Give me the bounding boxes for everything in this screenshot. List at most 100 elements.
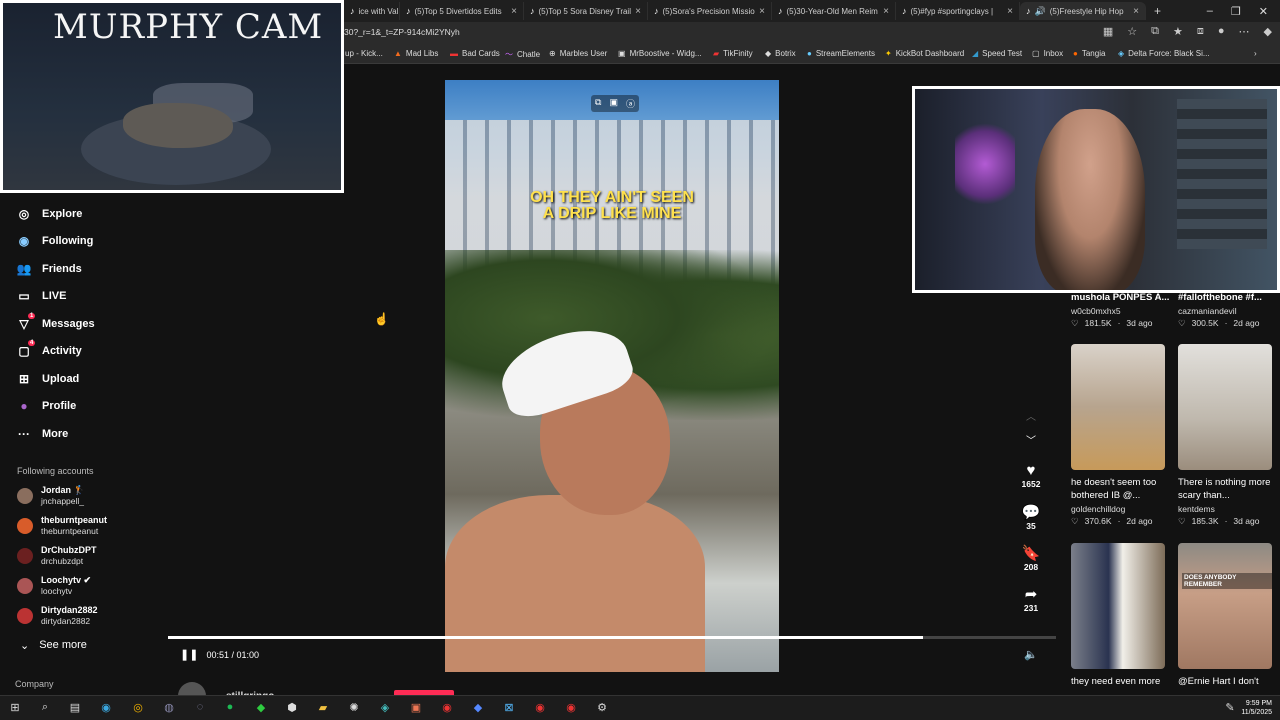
pause-icon[interactable]: ❚❚ [180, 648, 198, 661]
browser-tab[interactable]: ♪ (5)Top 5 Divertidos Edits × [400, 2, 524, 20]
sidebar-item-explore[interactable]: ◎ Explore [16, 207, 83, 221]
app-icon[interactable]: ⬢ [284, 701, 300, 715]
save-button[interactable]: 🔖 208 [1010, 544, 1052, 572]
followed-account[interactable]: DrChubzDPT drchubzdpt [17, 545, 97, 567]
app-icon[interactable]: ◉ [439, 701, 455, 715]
avatar [17, 578, 33, 594]
scroll-up-button[interactable]: ︿ [1010, 408, 1052, 423]
close-tab-icon[interactable]: × [759, 6, 765, 17]
volume-icon[interactable]: 🔈 [1024, 648, 1038, 661]
new-tab-button[interactable]: + [1148, 2, 1168, 20]
sidebar-item-upload[interactable]: ⊞ Upload [16, 372, 79, 386]
share-button[interactable]: ➦ 231 [1010, 585, 1052, 613]
bookmark[interactable]: 〜 Chatle [505, 49, 540, 60]
like-button[interactable]: ♥ 1652 [1010, 462, 1052, 489]
bookmark[interactable]: ◢ Speed Test [972, 49, 1022, 58]
bookmark[interactable]: ▬ Bad Cards [450, 49, 500, 58]
star-icon[interactable]: ☆ [1127, 25, 1137, 38]
sidebar-item-activity[interactable]: ▢ 4 Activity [16, 340, 82, 358]
related-video-card[interactable]: DOES ANYBODY REMEMBER @Ernie Hart I don'… [1178, 543, 1272, 688]
close-window-icon[interactable]: ✕ [1259, 5, 1268, 18]
speaker-icon[interactable]: 🔊 [1035, 6, 1046, 17]
app-icon[interactable]: ✺ [346, 701, 362, 715]
app-icon[interactable]: ◉ [532, 701, 548, 715]
windows-start-icon[interactable]: ⊞ [7, 701, 23, 715]
puzzle-icon[interactable]: ⧉ [1151, 25, 1159, 38]
app-icon[interactable]: ▣ [408, 701, 424, 715]
sidebar-item-profile[interactable]: ● Profile [16, 399, 76, 413]
related-video-card[interactable]: There is nothing more scary than... kent… [1178, 344, 1272, 527]
pip-icon[interactable]: ⧉ [595, 97, 601, 110]
followed-account[interactable]: Loochytv ✔ loochytv [17, 575, 91, 597]
collections-icon[interactable]: ⧈ [1197, 25, 1204, 38]
followed-account[interactable]: theburntpeanut theburntpeanut [17, 515, 107, 537]
menu-icon[interactable]: ⋯ [1239, 25, 1250, 38]
app-icon[interactable]: ◉ [563, 701, 579, 715]
comment-button[interactable]: 💬 35 [1010, 503, 1052, 531]
sidebar-item-live[interactable]: ▭ LIVE [16, 289, 66, 303]
browser-tab[interactable]: ♪ (5)#fyp #sportingclays | × [896, 2, 1020, 20]
bookmark[interactable]: ● StreamElements [807, 49, 875, 58]
bookmark[interactable]: up - Kick... [345, 49, 383, 58]
related-video-card[interactable]: #fallofthebone #f... cazmaniandevil ♡ 300… [1178, 291, 1278, 329]
chrome-icon[interactable]: ◎ [130, 701, 146, 715]
profile-icon[interactable]: ● [1218, 25, 1225, 38]
app-icon[interactable]: ◆ [470, 701, 486, 715]
bookmark[interactable]: ◈ Delta Force: Black Si... [1118, 49, 1210, 58]
browser-tab[interactable]: ♪ (5)30-Year-Old Men Reim × [772, 2, 896, 20]
bookmark[interactable]: ⊕ Marbles User [549, 49, 607, 58]
fullscreen-icon[interactable]: ▣ [609, 97, 618, 110]
bookmark[interactable]: ✦ KickBot Dashboard [885, 49, 964, 58]
grid-icon[interactable]: ▦ [1103, 25, 1113, 38]
task-view-icon[interactable]: ▤ [67, 701, 83, 715]
scroll-down-button[interactable]: ﹀ [1010, 432, 1052, 447]
browser-tab-active[interactable]: ♪ 🔊 (5)Freestyle Hip Hop × [1020, 2, 1146, 20]
bookmark[interactable]: ▲ Mad Libs [394, 49, 438, 58]
app-icon[interactable]: ◆ [253, 701, 269, 715]
url-text[interactable]: 30?_r=1&_t=ZP-914cMi2YNyh [344, 27, 460, 37]
see-more-button[interactable]: ⌄ See more [20, 639, 87, 652]
system-clock[interactable]: 9:59 PM 11/5/2025 [1241, 699, 1272, 717]
favorites-icon[interactable]: ★ [1173, 25, 1183, 38]
pen-icon[interactable]: ✎ [1222, 701, 1238, 715]
app-icon[interactable]: ◈ [377, 701, 393, 715]
sidebar-item-friends[interactable]: 👥 Friends [16, 262, 82, 276]
copilot-icon[interactable]: ◆ [1264, 25, 1272, 38]
close-tab-icon[interactable]: × [511, 6, 517, 17]
app-icon[interactable]: ◌ [192, 701, 208, 715]
app-icon[interactable]: ⊠ [501, 701, 517, 715]
file-explorer-icon[interactable]: ▰ [315, 701, 331, 715]
browser-tab[interactable]: ♪ice with Val× [344, 2, 400, 20]
sidebar-item-following[interactable]: ◉ Following [16, 234, 94, 248]
captions-icon[interactable]: ⓐ [626, 97, 635, 110]
minimize-icon[interactable]: – [1207, 5, 1213, 17]
light-image [955, 119, 1015, 209]
chevron-right-icon[interactable]: › [1254, 49, 1257, 58]
followed-account[interactable]: Dirtydan2882 dirtydan2882 [17, 605, 98, 627]
followed-account[interactable]: Jordan 🏌 jnchappell_ [17, 485, 85, 507]
bookmark[interactable]: ▢ Inbox [1032, 49, 1063, 58]
settings-icon[interactable]: ⚙ [594, 701, 610, 715]
related-video-card[interactable]: mushola PONPES A... w0cb0mxhx5 ♡ 181.5K · 3… [1071, 291, 1171, 329]
bookmark[interactable]: ◆ Botrix [765, 49, 796, 58]
close-tab-icon[interactable]: × [635, 6, 641, 17]
close-tab-icon[interactable]: × [1007, 6, 1013, 17]
edge-icon[interactable]: ◉ [98, 701, 114, 715]
related-video-card[interactable]: they need even more [1071, 543, 1165, 688]
maximize-icon[interactable]: ❐ [1231, 5, 1241, 18]
search-icon[interactable]: ⌕ [37, 701, 53, 715]
bookmark[interactable]: ● Tangia [1073, 49, 1105, 58]
company-link[interactable]: Company [15, 679, 54, 689]
close-tab-icon[interactable]: × [1133, 6, 1139, 17]
video-player[interactable]: OH THEY AIN'T SEEN A DRIP LIKE MINE ⧉ ▣ … [445, 80, 779, 672]
browser-tab[interactable]: ♪ (5)Sora's Precision Missio × [648, 2, 772, 20]
sidebar-item-messages[interactable]: ▽ 1 Messages [16, 313, 95, 331]
bookmark[interactable]: ▰ TikFinity [713, 49, 753, 58]
related-video-card[interactable]: he doesn't seem too bothered IB @... gol… [1071, 344, 1165, 527]
spotify-icon[interactable]: ● [222, 701, 238, 715]
obs-icon[interactable]: ◍ [161, 701, 177, 715]
close-tab-icon[interactable]: × [883, 6, 889, 17]
sidebar-item-more[interactable]: ··· More [16, 427, 68, 441]
bookmark[interactable]: ▣ MrBoostive - Widg... [618, 49, 702, 58]
browser-tab[interactable]: ♪ (5)Top 5 Sora Disney Trail × [524, 2, 648, 20]
